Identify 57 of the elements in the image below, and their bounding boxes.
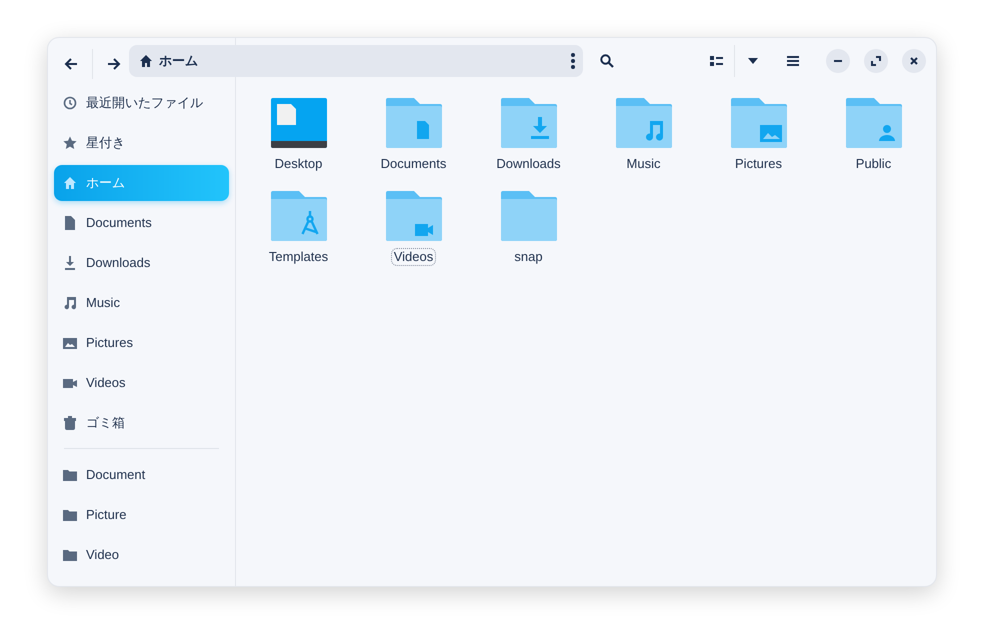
desktop-icon bbox=[270, 97, 328, 149]
back-arrow-icon bbox=[64, 57, 78, 71]
folder-download-icon bbox=[500, 97, 558, 149]
folder-icon bbox=[63, 548, 77, 562]
file-name[interactable]: Pictures bbox=[732, 155, 785, 173]
home-icon bbox=[63, 176, 77, 190]
sidebar-item[interactable]: Videos bbox=[54, 365, 229, 401]
home-icon bbox=[139, 54, 153, 68]
list-view-icon bbox=[710, 56, 722, 66]
close-button[interactable] bbox=[902, 49, 926, 73]
folder-icon bbox=[500, 190, 558, 242]
document-icon bbox=[63, 216, 77, 230]
music-icon bbox=[63, 296, 77, 310]
menu-icon bbox=[787, 56, 799, 66]
folder-person-icon bbox=[844, 97, 902, 149]
recent-icon bbox=[63, 96, 77, 110]
sidebar-item[interactable]: Downloads bbox=[54, 245, 229, 281]
sidebar-item[interactable]: 星付き bbox=[54, 125, 229, 161]
trash-icon bbox=[63, 416, 77, 430]
folder-icon bbox=[63, 508, 77, 522]
file-name[interactable]: Public bbox=[852, 155, 894, 173]
file-name[interactable]: Videos bbox=[390, 248, 436, 266]
maximize-button[interactable] bbox=[864, 49, 888, 73]
folder-music-icon bbox=[614, 97, 672, 149]
forward-arrow-icon bbox=[107, 57, 121, 71]
picture-icon bbox=[63, 336, 77, 350]
folder-picture-icon bbox=[730, 97, 788, 149]
more-options-icon[interactable] bbox=[571, 53, 575, 69]
file-name[interactable]: Downloads bbox=[493, 155, 564, 173]
starred-icon bbox=[63, 136, 77, 150]
folder-drafting-compass-icon bbox=[270, 190, 328, 242]
location-text: ホーム bbox=[159, 52, 198, 70]
download-icon bbox=[63, 256, 77, 270]
minimize-icon bbox=[834, 60, 842, 62]
file-name[interactable]: snap bbox=[511, 248, 546, 266]
folder-icon bbox=[63, 468, 77, 482]
file-name[interactable]: Documents bbox=[378, 155, 450, 173]
sidebar-item[interactable]: ゴミ箱 bbox=[54, 405, 229, 441]
file-name[interactable]: Desktop bbox=[272, 155, 326, 173]
maximize-icon bbox=[871, 56, 881, 66]
sidebar-item[interactable]: Music bbox=[54, 285, 229, 321]
minimize-button[interactable] bbox=[826, 49, 850, 73]
folder-video-camera-icon bbox=[384, 190, 442, 242]
sidebar-item[interactable]: Documents bbox=[54, 205, 229, 241]
video-icon bbox=[63, 376, 77, 390]
sidebar-item[interactable]: 最近開いたファイル bbox=[54, 85, 229, 121]
file-name[interactable]: Templates bbox=[266, 248, 332, 266]
folder-document-icon bbox=[384, 97, 442, 149]
sidebar-item[interactable]: Document bbox=[54, 457, 229, 493]
search-icon bbox=[600, 54, 614, 68]
location-bar[interactable]: ホーム bbox=[129, 45, 583, 77]
file-name[interactable]: Music bbox=[624, 155, 664, 173]
sidebar-item[interactable]: Video bbox=[54, 537, 229, 573]
sidebar-item[interactable]: Pictures bbox=[54, 325, 229, 361]
caret-down-icon bbox=[748, 58, 758, 64]
close-icon bbox=[910, 57, 918, 65]
sidebar-item[interactable]: Picture bbox=[54, 497, 229, 533]
